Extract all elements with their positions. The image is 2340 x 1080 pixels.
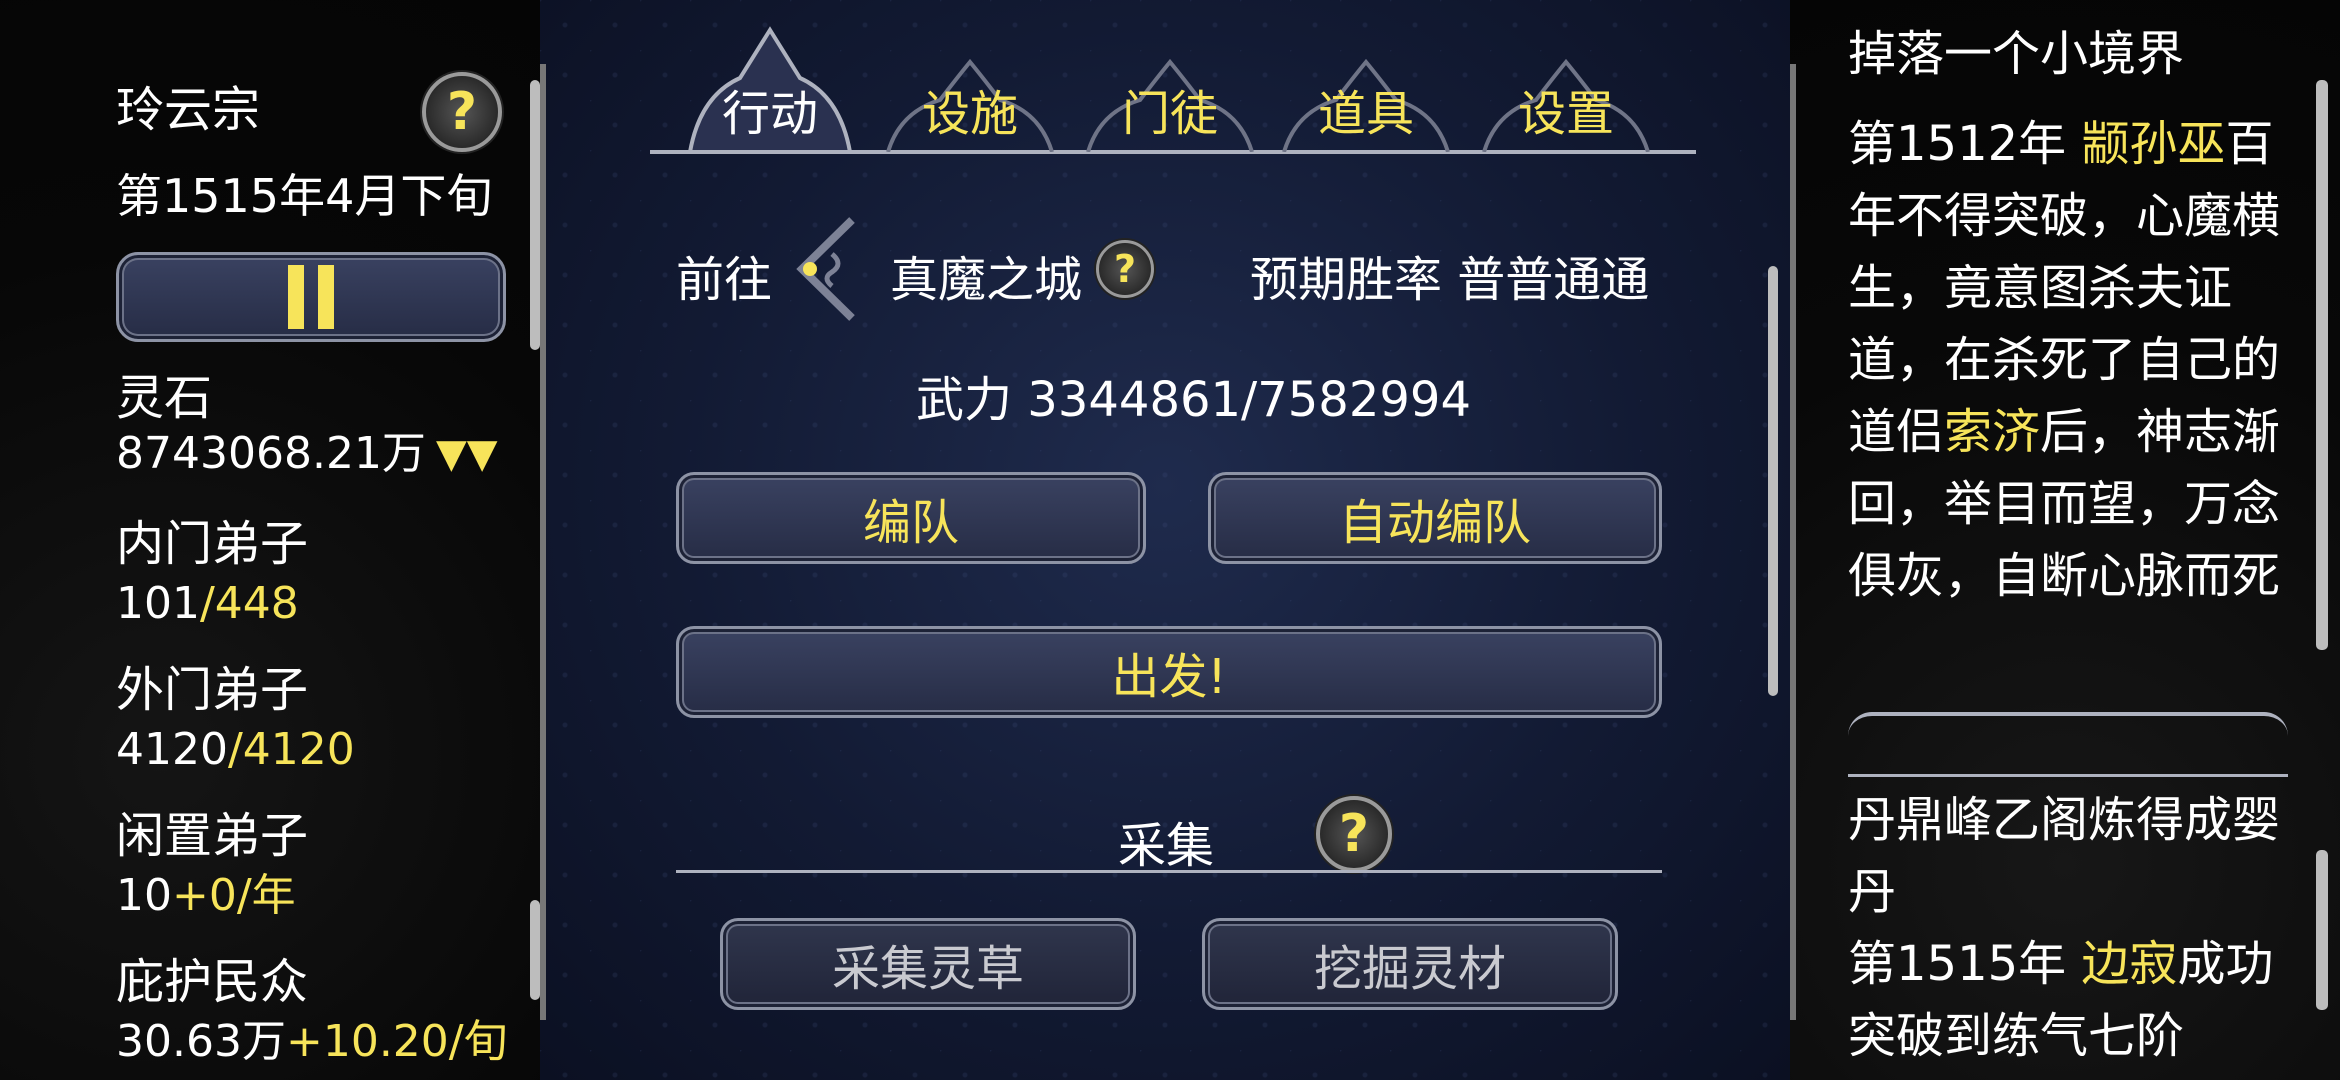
chevron-left-icon[interactable]: [792, 214, 858, 324]
destination-name: 真魔之城: [890, 252, 1083, 308]
formation-button[interactable]: 编队: [676, 472, 1146, 564]
idle-disciples-count: 10+0/年: [116, 870, 296, 921]
inner-disciples-count: 101/448: [116, 578, 299, 629]
outer-disciples-label: 外门弟子: [116, 662, 309, 718]
tab-settings[interactable]: 设置: [1476, 52, 1656, 152]
center-scrollbar-thumb[interactable]: [1768, 266, 1778, 696]
spirit-stone-label: 灵石: [116, 370, 213, 426]
sect-name: 玲云宗: [116, 82, 261, 138]
log-entry: 丹鼎峰乙阁炼得成婴丹: [1848, 792, 2281, 920]
goto-label: 前往: [676, 252, 773, 308]
question-mark-icon[interactable]: ?: [1316, 796, 1392, 872]
log-divider-arc: [1848, 712, 2288, 736]
left-scrollbar-track[interactable]: [540, 64, 546, 1020]
outer-disciples-count: 4120/4120: [116, 724, 355, 775]
question-mark-icon[interactable]: ?: [422, 72, 502, 152]
protected-people-label: 庇护民众: [116, 954, 309, 1010]
pause-icon: [288, 265, 334, 329]
inner-disciples-label: 内门弟子: [116, 516, 309, 572]
gather-divider: [676, 870, 1662, 873]
question-mark-icon[interactable]: ?: [1096, 240, 1154, 298]
left-scrollbar-lower: [530, 900, 540, 1000]
depart-button[interactable]: 出发!: [676, 626, 1662, 718]
trend-down-icon: ▼▼: [436, 431, 498, 477]
gather-title: 采集: [1118, 818, 1215, 874]
gather-herbs-button[interactable]: 采集灵草: [720, 918, 1136, 1010]
tab-items[interactable]: 道具: [1276, 52, 1456, 152]
tab-action[interactable]: 行动: [680, 16, 860, 152]
protected-people-count: 30.63万+10.20/旬: [116, 1016, 508, 1067]
log-entry: 第1512年 颛孙巫百年不得突破，心魔横生，竟意图杀夫证道，在杀死了自己的道侣索…: [1848, 116, 2281, 604]
log-scrollbar-thumb[interactable]: [2316, 80, 2328, 650]
pause-button[interactable]: [116, 252, 506, 342]
auto-formation-button[interactable]: 自动编队: [1208, 472, 1662, 564]
center-scrollbar-track[interactable]: [1790, 64, 1796, 1020]
power-display: 武力 3344861/7582994: [916, 372, 1471, 428]
game-date: 第1515年4月下旬: [116, 169, 493, 223]
log-entry-partial: 掉落一个小境界: [1848, 26, 2185, 82]
spirit-stone-value: 8743068.21万: [116, 428, 426, 479]
log-scrollbar-thumb-lower[interactable]: [2316, 850, 2328, 1010]
win-rate: 预期胜率 普普通通: [1250, 252, 1650, 308]
log-entry: 第1515年 边寂成功突破到练气七阶: [1848, 936, 2274, 1064]
tab-facilities[interactable]: 设施: [880, 52, 1060, 152]
log-divider: [1848, 774, 2288, 777]
mine-materials-button[interactable]: 挖掘灵材: [1202, 918, 1618, 1010]
idle-disciples-label: 闲置弟子: [116, 808, 309, 864]
tab-disciples[interactable]: 门徒: [1080, 52, 1260, 152]
left-scrollbar-thumb[interactable]: [530, 80, 540, 350]
